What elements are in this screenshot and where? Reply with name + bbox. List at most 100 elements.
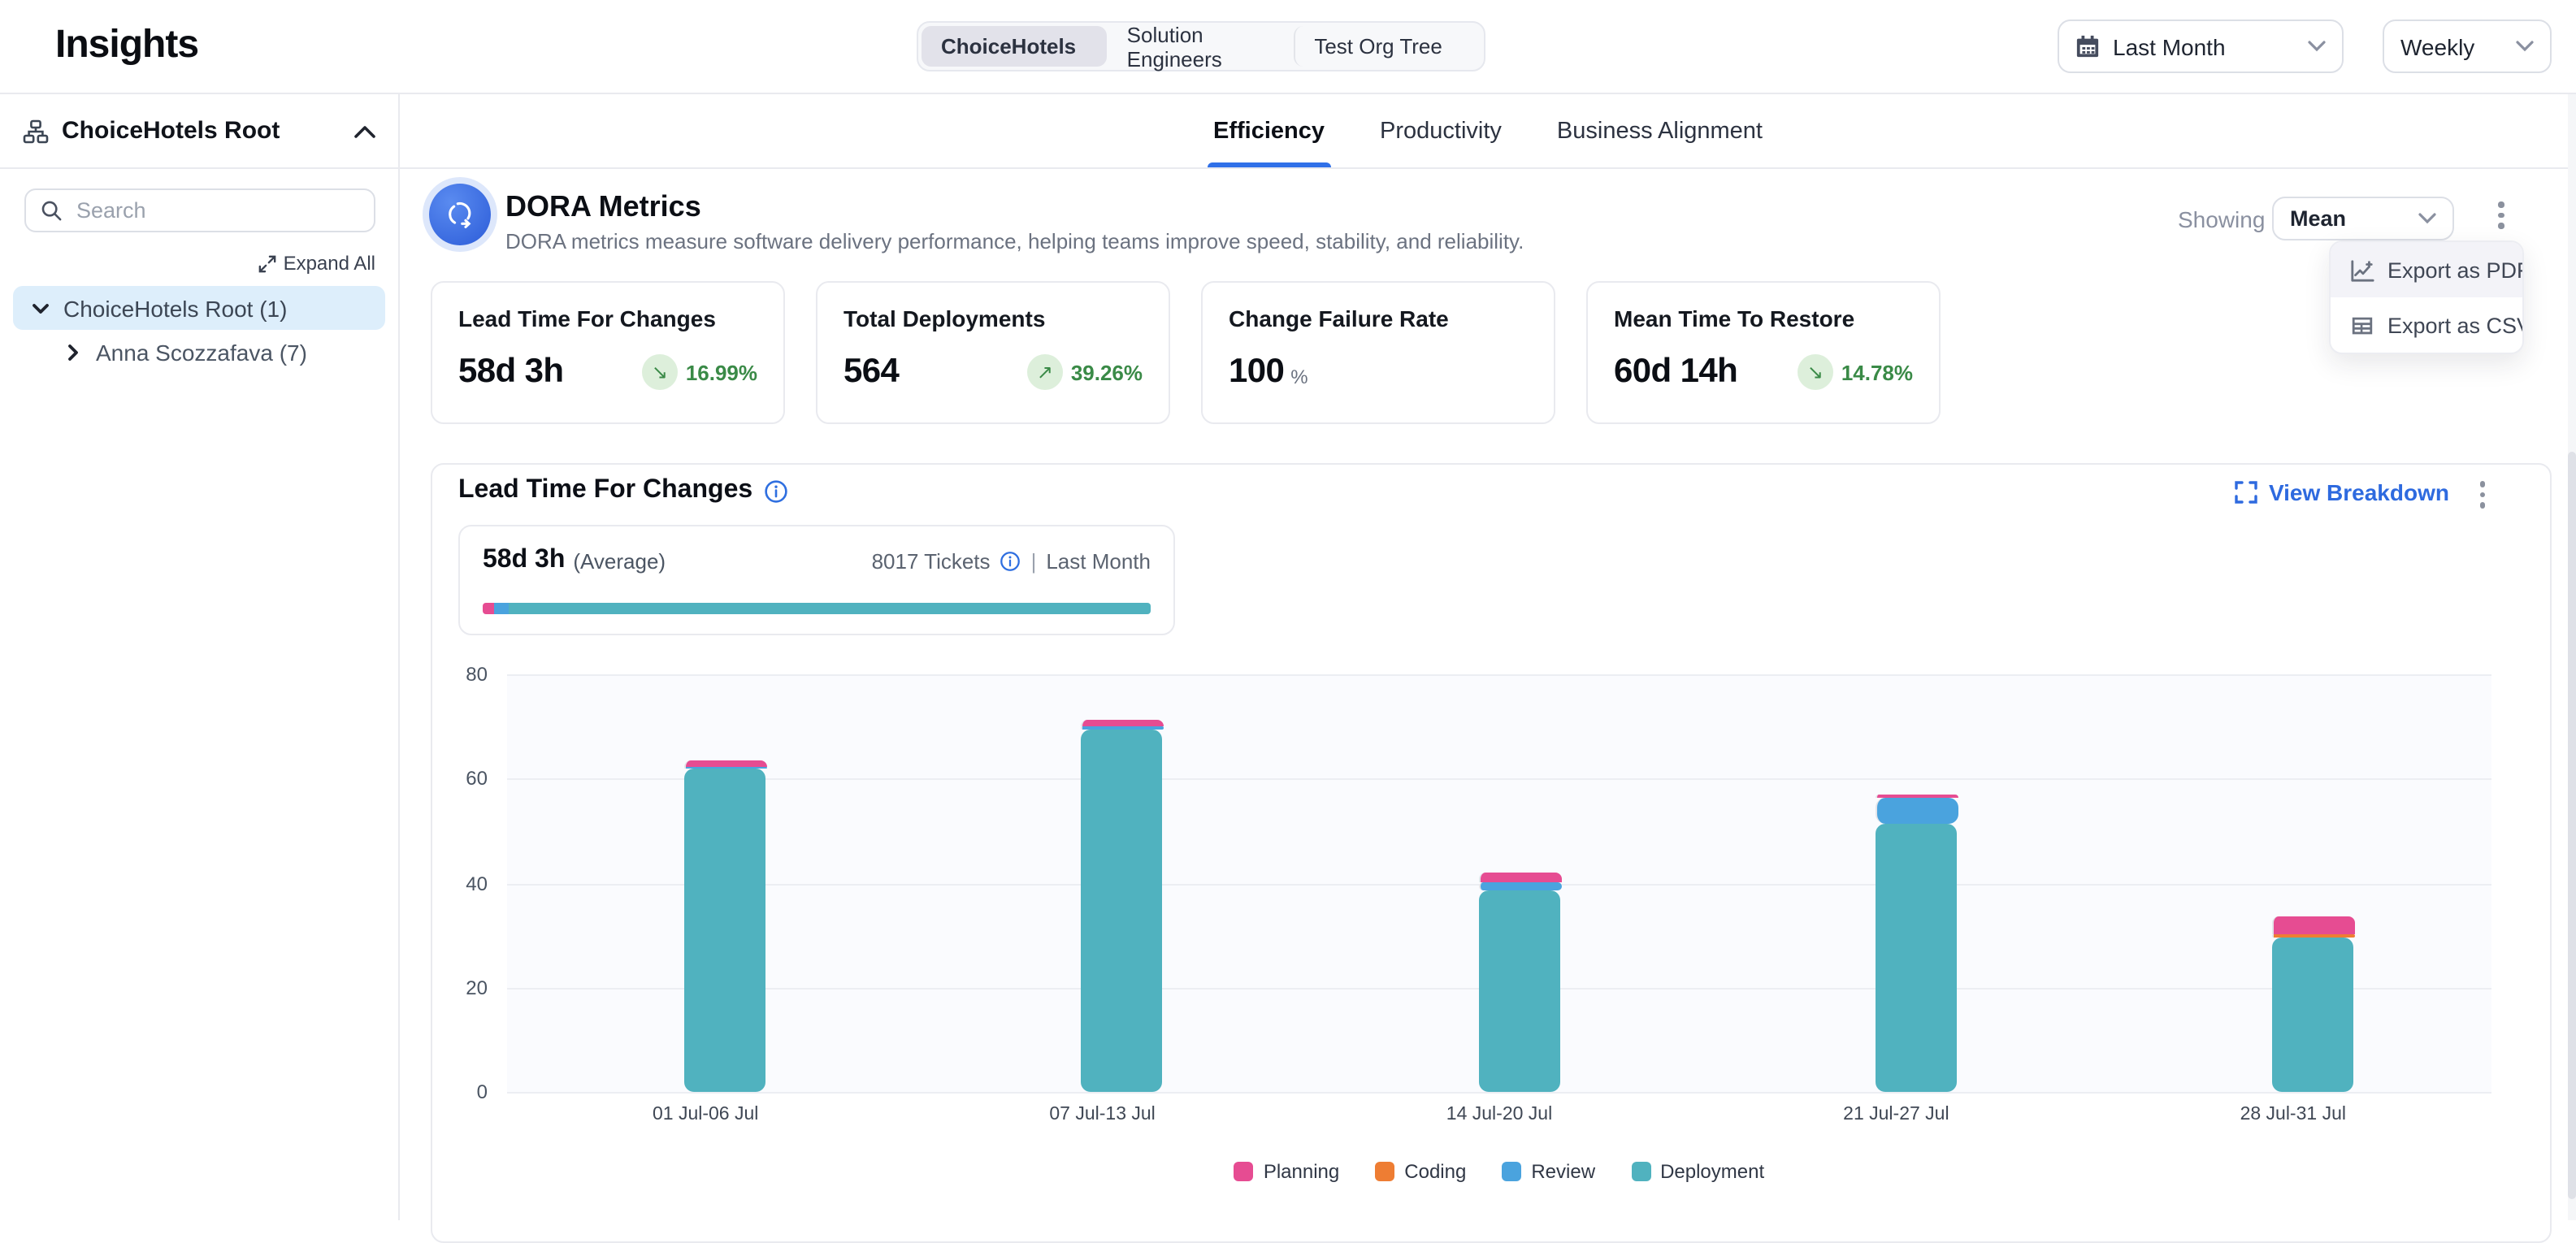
legend-label: Review <box>1531 1160 1595 1183</box>
chevron-down-icon <box>2308 41 2326 52</box>
chart-legend: Planning Coding Review Deployment <box>507 1160 2491 1183</box>
view-breakdown-label: View Breakdown <box>2269 479 2449 505</box>
tree-item-anna-scozzafava[interactable]: Anna Scozzafava (7) <box>46 330 385 374</box>
average-summary-card: 58d 3h (Average) 8017 Tickets | Last Mon… <box>458 525 1175 635</box>
legend-item-planning[interactable]: Planning <box>1234 1160 1339 1183</box>
lead-time-panel: Lead Time For Changes View Breakdown 58d… <box>431 463 2552 1243</box>
tree-item-label: ChoiceHotels Root (1) <box>63 295 287 321</box>
chart-y-axis: 020406080 <box>432 674 497 1092</box>
metric-card-total-deployments: Total Deployments 564 ↗39.26% <box>816 281 1170 424</box>
chart-x-axis: 01 Jul-06 Jul07 Jul-13 Jul14 Jul-20 Jul2… <box>507 1105 2491 1131</box>
expand-all-button[interactable]: Expand All <box>259 252 375 275</box>
legend-item-coding[interactable]: Coding <box>1375 1160 1466 1183</box>
menu-item-label: Export as PDF <box>2387 258 2524 282</box>
date-range-select[interactable]: Last Month <box>2058 19 2344 73</box>
tab-label: Business Alignment <box>1557 118 1763 144</box>
period-label: Last Month <box>1046 548 1151 573</box>
scrollbar[interactable] <box>2568 94 2576 1220</box>
stacked-bar[interactable] <box>684 674 726 1092</box>
dora-section-description: DORA metrics measure software delivery p… <box>505 229 1524 253</box>
y-tick-label: 0 <box>477 1081 488 1103</box>
phase-progress-bar <box>483 603 1151 614</box>
bar-segment-planning[interactable] <box>684 760 767 766</box>
metric-card-mean-time-to-restore: Mean Time To Restore 60d 14h ↘14.78% <box>1586 281 1941 424</box>
chevron-right-icon[interactable] <box>62 340 85 363</box>
dora-section-title: DORA Metrics <box>505 190 701 224</box>
chevron-down-icon[interactable] <box>29 297 52 319</box>
stacked-bar[interactable] <box>1478 674 1520 1092</box>
x-tick-label: 01 Jul-06 Jul <box>653 1105 758 1124</box>
date-range-value: Last Month <box>2113 33 2226 59</box>
org-tab-choicehotels[interactable]: ChoiceHotels <box>922 26 1108 67</box>
tab-label: Efficiency <box>1213 118 1325 144</box>
menu-item-export-pdf[interactable]: Export as PDF <box>2331 242 2522 297</box>
panel-options-kebab-icon[interactable] <box>2473 474 2491 514</box>
granularity-select[interactable]: Weekly <box>2383 19 2552 73</box>
legend-item-deployment[interactable]: Deployment <box>1631 1160 1764 1183</box>
dora-options-kebab-icon[interactable] <box>2491 195 2510 235</box>
bar-segment-review[interactable] <box>1875 799 1958 823</box>
stacked-bar[interactable] <box>1875 674 1917 1092</box>
bar-segment-deployment[interactable] <box>1478 891 1559 1092</box>
bar-segment-planning[interactable] <box>1478 873 1561 882</box>
bar-segment-review[interactable] <box>1478 882 1561 891</box>
metric-title: Change Failure Rate <box>1229 305 1528 331</box>
bar-segment-planning[interactable] <box>2272 917 2355 935</box>
x-tick-label: 28 Jul-31 Jul <box>2240 1105 2346 1124</box>
page-title: Insights <box>55 23 198 68</box>
bar-segment-deployment[interactable] <box>2272 937 2353 1092</box>
tree-item-choicehotels-root[interactable]: ChoiceHotels Root (1) <box>13 286 385 330</box>
metric-value: 564 <box>843 353 899 392</box>
org-tab-test-org-tree[interactable]: Test Org Tree <box>1293 26 1481 67</box>
search-input[interactable] <box>73 197 359 224</box>
search-icon <box>41 200 62 221</box>
collapse-chevron-up-icon[interactable] <box>354 124 375 137</box>
expand-icon <box>259 254 277 272</box>
tab-business-alignment[interactable]: Business Alignment <box>1557 94 1763 167</box>
menu-item-export-csv[interactable]: Export as CSV <box>2331 297 2522 353</box>
legend-swatch <box>1502 1162 1521 1181</box>
showing-select[interactable]: Mean <box>2272 197 2454 240</box>
metric-value: 58d 3h <box>458 353 563 392</box>
sidebar-title: ChoiceHotels Root <box>62 117 280 145</box>
stacked-bar[interactable] <box>2272 674 2314 1092</box>
bar-segment-deployment[interactable] <box>684 769 765 1092</box>
view-breakdown-button[interactable]: View Breakdown <box>2235 479 2449 505</box>
info-icon[interactable] <box>1000 550 1021 571</box>
progress-segment-planning <box>483 603 493 614</box>
showing-label: Showing <box>2178 206 2265 232</box>
average-value: 58d 3h <box>483 546 565 575</box>
top-header: Insights ChoiceHotels Solution Engineers… <box>0 0 2576 94</box>
progress-segment-deployment <box>508 603 1151 614</box>
expand-all-label: Expand All <box>284 252 375 275</box>
showing-value: Mean <box>2290 206 2346 231</box>
sidebar: ChoiceHotels Root Expand All ChoiceHotel… <box>0 94 400 1220</box>
y-tick-label: 20 <box>466 977 488 999</box>
metric-card-lead-time: Lead Time For Changes 58d 3h ↘16.99% <box>431 281 785 424</box>
bar-segment-deployment[interactable] <box>1082 729 1163 1092</box>
tab-productivity[interactable]: Productivity <box>1380 94 1502 167</box>
granularity-value: Weekly <box>2400 33 2474 59</box>
info-icon[interactable] <box>764 479 788 503</box>
bar-segment-coding[interactable] <box>2272 935 2355 938</box>
tab-efficiency[interactable]: Efficiency <box>1213 94 1325 167</box>
scrollbar-thumb[interactable] <box>2568 452 2576 1199</box>
calendar-icon <box>2075 34 2100 58</box>
bar-segment-planning[interactable] <box>1082 720 1164 727</box>
delta-value: 16.99% <box>686 360 757 384</box>
chart-line-icon <box>2350 258 2374 282</box>
table-icon <box>2350 313 2374 337</box>
org-tab-solution-engineers[interactable]: Solution Engineers <box>1108 26 1294 67</box>
chart-plot <box>507 674 2491 1092</box>
org-tab-label: Test Org Tree <box>1314 34 1442 58</box>
divider: | <box>1031 548 1037 573</box>
average-label: (Average) <box>573 548 666 573</box>
bar-segment-review[interactable] <box>1082 727 1164 730</box>
legend-item-review[interactable]: Review <box>1502 1160 1595 1183</box>
stacked-bar[interactable] <box>1082 674 1124 1092</box>
bar-segment-deployment[interactable] <box>1875 823 1956 1092</box>
x-tick-label: 21 Jul-27 Jul <box>1843 1105 1949 1124</box>
x-tick-label: 07 Jul-13 Jul <box>1049 1105 1155 1124</box>
chevron-down-icon <box>2418 213 2436 224</box>
panel-title: Lead Time For Changes <box>458 476 752 505</box>
